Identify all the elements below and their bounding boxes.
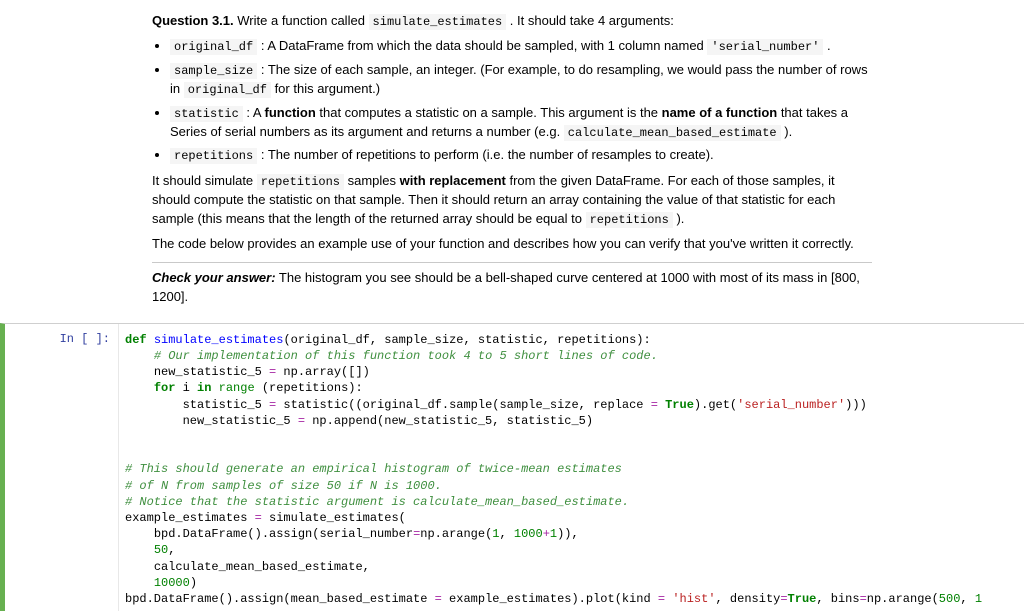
- code-cell[interactable]: In [ ]: def simulate_estimates(original_…: [0, 323, 1024, 611]
- arg-item: repetitions : The number of repetitions …: [170, 146, 872, 165]
- divider: [152, 262, 872, 263]
- cell-prompt: In [ ]:: [5, 324, 118, 611]
- check-label: Check your answer:: [152, 270, 276, 285]
- arg-item: original_df : A DataFrame from which the…: [170, 37, 872, 56]
- code-area[interactable]: def simulate_estimates(original_df, samp…: [118, 324, 1024, 611]
- question-text: Question 3.1. Write a function called si…: [0, 0, 1024, 319]
- arg-item: sample_size : The size of each sample, a…: [170, 61, 872, 100]
- fn-name: simulate_estimates: [369, 14, 507, 30]
- arg-list: original_df : A DataFrame from which the…: [170, 37, 872, 165]
- arg-item: statistic : A function that computes a s…: [170, 104, 872, 143]
- question-label: Question 3.1.: [152, 13, 234, 28]
